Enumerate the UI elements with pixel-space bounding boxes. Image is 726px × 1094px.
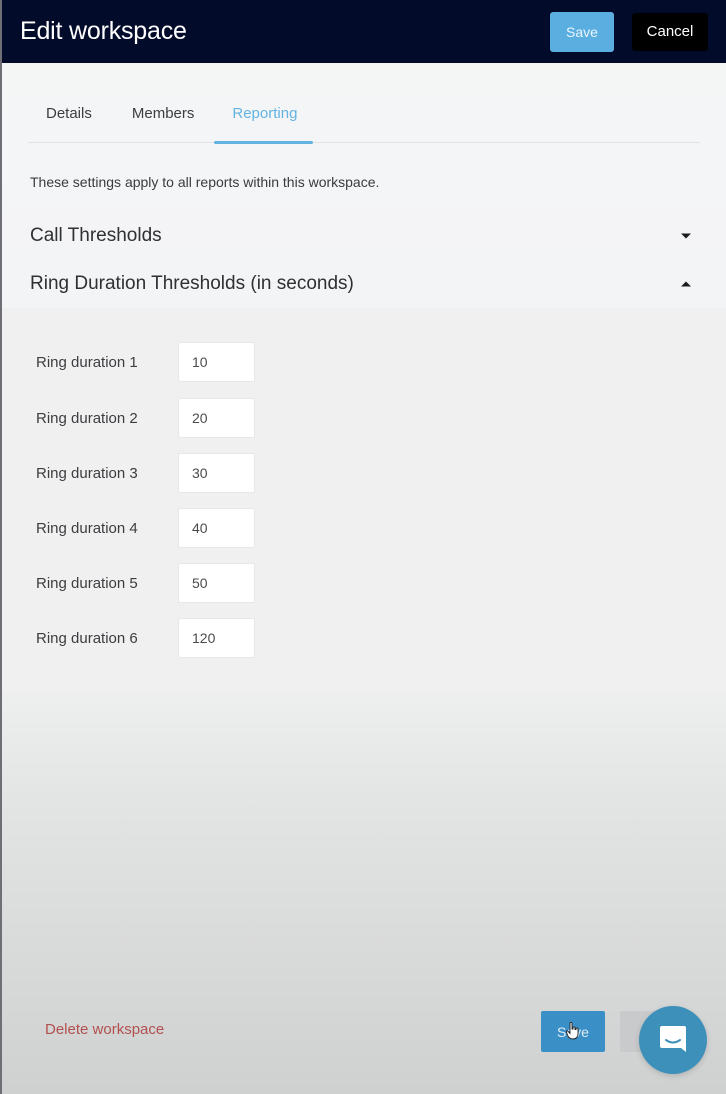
- call-thresholds-section-header[interactable]: Call Thresholds: [30, 221, 692, 251]
- section-title: Ring Duration Thresholds (in seconds): [30, 273, 354, 294]
- ring-duration-section-header[interactable]: Ring Duration Thresholds (in seconds): [30, 269, 692, 299]
- edit-workspace-page: Edit workspace Save Cancel Details Membe…: [0, 0, 726, 1094]
- ring-duration-label: Ring duration 5: [36, 574, 138, 592]
- ring-duration-label: Ring duration 4: [36, 519, 138, 537]
- header-actions: Save Cancel: [550, 11, 708, 52]
- ring-duration-6-input[interactable]: [178, 618, 255, 658]
- page-title: Edit workspace: [20, 17, 187, 45]
- tab-reporting[interactable]: Reporting: [214, 95, 314, 144]
- ring-duration-row: Ring duration 6: [36, 618, 255, 658]
- chat-launcher-button[interactable]: [639, 1006, 707, 1074]
- ring-duration-row: Ring duration 4: [36, 508, 255, 548]
- save-button[interactable]: Save: [550, 11, 614, 52]
- ring-duration-label: Ring duration 6: [36, 629, 138, 647]
- ring-duration-panel: Ring duration 1 Ring duration 2 Ring dur…: [2, 308, 726, 692]
- ring-duration-row: Ring duration 5: [36, 563, 255, 603]
- delete-workspace-link[interactable]: Delete workspace: [45, 1021, 164, 1038]
- hand-cursor-icon: [566, 1021, 580, 1040]
- section-title: Call Thresholds: [30, 225, 162, 246]
- ring-duration-label: Ring duration 2: [36, 409, 138, 427]
- ring-duration-1-input[interactable]: [178, 342, 255, 382]
- ring-duration-label: Ring duration 3: [36, 464, 138, 482]
- ring-duration-label: Ring duration 1: [36, 353, 138, 371]
- caret-up-icon[interactable]: [680, 280, 692, 288]
- ring-duration-row: Ring duration 2: [36, 398, 255, 438]
- caret-down-icon[interactable]: [680, 232, 692, 240]
- ring-duration-4-input[interactable]: [178, 508, 255, 548]
- ring-duration-3-input[interactable]: [178, 453, 255, 493]
- ring-duration-row: Ring duration 3: [36, 453, 255, 493]
- chat-icon: [660, 1026, 686, 1052]
- ring-duration-2-input[interactable]: [178, 398, 255, 438]
- tab-members[interactable]: Members: [114, 95, 211, 143]
- tab-bar: Details Members Reporting: [28, 95, 700, 144]
- ring-duration-row: Ring duration 1: [36, 342, 255, 382]
- page-header: Edit workspace Save Cancel: [2, 0, 726, 63]
- ring-duration-5-input[interactable]: [178, 563, 255, 603]
- tab-details[interactable]: Details: [28, 95, 108, 143]
- cancel-button[interactable]: Cancel: [632, 12, 708, 51]
- settings-description: These settings apply to all reports with…: [30, 174, 380, 190]
